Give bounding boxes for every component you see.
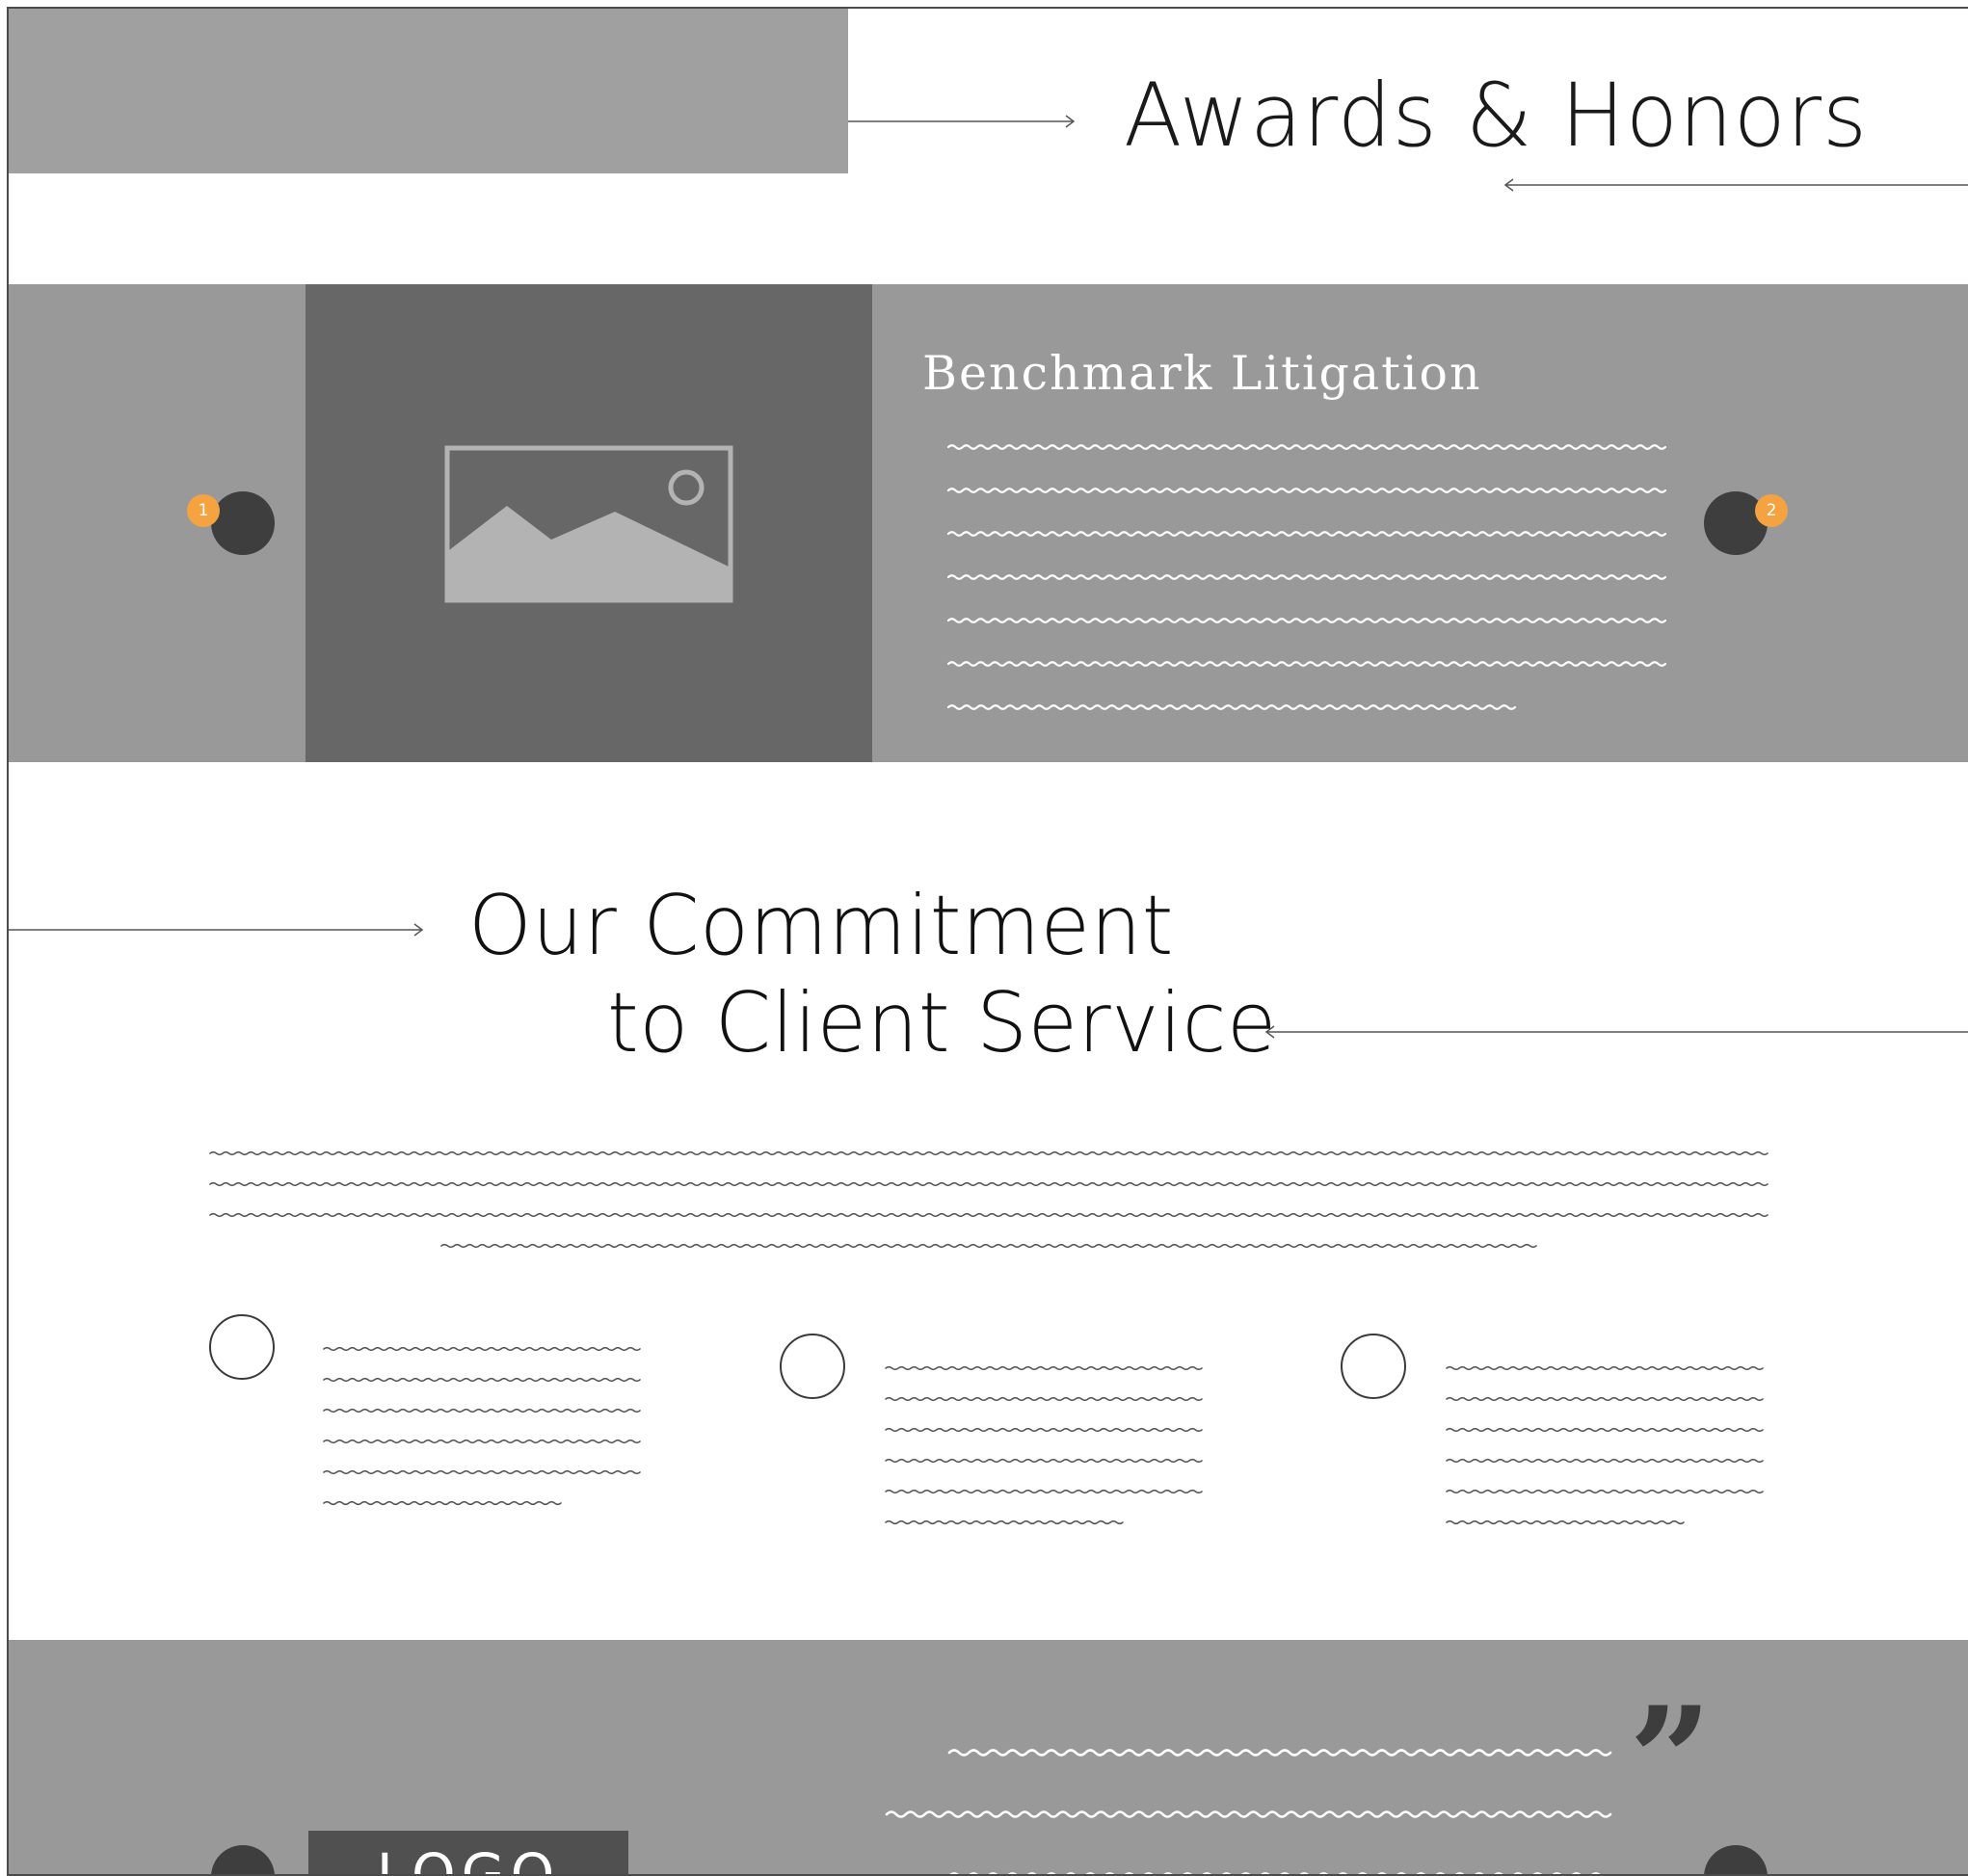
placeholder-text-line — [1446, 1519, 1685, 1525]
placeholder-text-line — [323, 1346, 641, 1352]
placeholder-text-line — [946, 661, 1667, 667]
placeholder-text-line — [1446, 1396, 1764, 1402]
slider-prev-badge: 1 — [187, 494, 220, 527]
placeholder-text-line — [1446, 1365, 1764, 1371]
feature-text-2 — [885, 1365, 1203, 1525]
feature-text-3 — [1446, 1365, 1764, 1525]
quote-icon: ” — [1629, 1688, 1712, 1833]
feature-circle-icon — [780, 1334, 845, 1399]
placeholder-text-line — [209, 1212, 1769, 1218]
client-logo: LOGO — [308, 1831, 628, 1876]
slide-title: Benchmark Litigation — [922, 346, 1482, 401]
image-placeholder-icon — [444, 445, 733, 603]
feature-text-1 — [323, 1346, 641, 1506]
placeholder-text-line — [885, 1427, 1203, 1433]
feature-circle-icon — [1341, 1334, 1406, 1399]
awards-title: Awards & Honors — [1124, 66, 1868, 167]
placeholder-text-line — [885, 1810, 1612, 1818]
placeholder-text-line — [1446, 1489, 1764, 1494]
slide-body-text — [946, 444, 1667, 710]
placeholder-text-line — [323, 1439, 641, 1444]
arrow-right-icon — [8, 923, 424, 937]
slider-prev-button[interactable] — [211, 491, 275, 555]
arrow-left-icon — [1264, 1025, 1968, 1039]
placeholder-text-line — [323, 1469, 641, 1475]
commitment-body-text — [209, 1150, 1769, 1249]
placeholder-text-line — [946, 704, 1517, 710]
placeholder-text-line — [885, 1519, 1124, 1525]
placeholder-text-line — [1446, 1427, 1764, 1433]
wireframe-page: Awards & Honors Benchmark Litigation 1 2… — [0, 0, 1968, 1876]
placeholder-text-line — [946, 574, 1667, 580]
header-image-block — [8, 8, 848, 173]
commitment-title-line-2: to Client Service — [607, 975, 1277, 1071]
placeholder-text-line — [323, 1500, 562, 1506]
placeholder-text-line — [885, 1365, 1203, 1371]
placeholder-text-line — [946, 444, 1667, 450]
commitment-title-line-1: Our Commitment — [468, 878, 1175, 974]
placeholder-text-line — [947, 1749, 1612, 1757]
placeholder-text-line — [946, 488, 1667, 493]
placeholder-text-line — [1446, 1458, 1764, 1464]
slider-next-badge: 2 — [1755, 494, 1788, 527]
placeholder-text-line — [885, 1396, 1203, 1402]
placeholder-text-line — [323, 1377, 641, 1383]
placeholder-text-line — [209, 1150, 1769, 1156]
placeholder-text-line — [323, 1408, 641, 1414]
placeholder-text-line — [946, 531, 1667, 537]
placeholder-text-line — [885, 1489, 1203, 1494]
arrow-right-icon — [848, 115, 1076, 128]
feature-circle-icon — [209, 1314, 275, 1380]
placeholder-text-line — [885, 1458, 1203, 1464]
placeholder-text-line — [946, 618, 1667, 623]
testimonial-quote-text — [885, 1749, 1612, 1876]
placeholder-text-line — [209, 1181, 1769, 1187]
arrow-left-icon — [1503, 178, 1968, 192]
placeholder-text-line — [440, 1243, 1537, 1249]
